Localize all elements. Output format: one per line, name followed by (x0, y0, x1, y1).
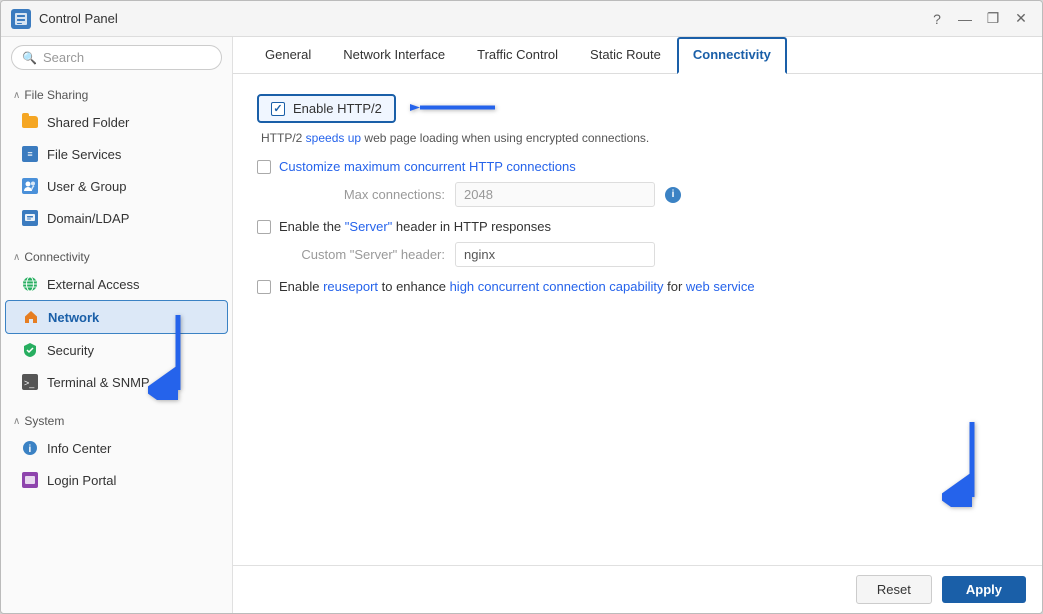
search-box: 🔍 (1, 37, 232, 78)
tab-traffic-control[interactable]: Traffic Control (461, 37, 574, 74)
sidebar-item-network[interactable]: Network (5, 300, 228, 334)
sidebar-label-user-group: User & Group (47, 179, 126, 194)
section-header-connectivity[interactable]: ∧ Connectivity (1, 246, 232, 268)
max-connections-label: Max connections: (285, 187, 445, 202)
shield-icon (21, 341, 39, 359)
sidebar-item-info-center[interactable]: i Info Center (1, 432, 232, 464)
help-button[interactable]: ? (926, 8, 948, 30)
users-icon (21, 177, 39, 195)
sidebar-item-user-group[interactable]: User & Group (1, 170, 232, 202)
section-label-connectivity: Connectivity (24, 250, 89, 264)
server-header-row: Enable the "Server" header in HTTP respo… (257, 219, 1018, 234)
control-panel-window: Control Panel ? — ❐ ✕ 🔍 ∧ File Sharing (0, 0, 1043, 614)
body: 🔍 ∧ File Sharing Shared Folder (1, 37, 1042, 613)
minimize-button[interactable]: — (954, 8, 976, 30)
sidebar-item-domain-ldap[interactable]: Domain/LDAP (1, 202, 232, 234)
arrow-down-apply-annotation (942, 417, 1002, 510)
sidebar-item-login-portal[interactable]: Login Portal (1, 464, 232, 496)
content-area: Enable HTTP/2 HTTP/2 speeds up web page … (233, 74, 1042, 565)
svg-text:>_: >_ (24, 378, 35, 388)
section-label-file-sharing: File Sharing (24, 88, 88, 102)
enable-http2-checkbox[interactable] (271, 102, 285, 116)
maximize-button[interactable]: ❐ (982, 8, 1004, 30)
reuseport-label: Enable reuseport to enhance high concurr… (279, 279, 755, 294)
max-connections-input[interactable] (455, 182, 655, 207)
file-services-icon (21, 145, 39, 163)
server-header-checkbox[interactable] (257, 220, 271, 234)
globe-icon (21, 275, 39, 293)
app-icon (11, 9, 31, 29)
max-connections-row: Max connections: i (285, 182, 1018, 207)
reuseport-row: Enable reuseport to enhance high concurr… (257, 279, 1018, 294)
reuseport-checkbox[interactable] (257, 280, 271, 294)
section-header-system[interactable]: ∧ System (1, 410, 232, 432)
house-icon (22, 308, 40, 326)
sidebar-item-external-access[interactable]: External Access (1, 268, 232, 300)
sidebar-item-security[interactable]: Security (1, 334, 232, 366)
tab-connectivity[interactable]: Connectivity (677, 37, 787, 74)
titlebar: Control Panel ? — ❐ ✕ (1, 1, 1042, 37)
info-icon: i (21, 439, 39, 457)
sidebar-label-info-center: Info Center (47, 441, 111, 456)
sidebar-label-shared-folder: Shared Folder (47, 115, 129, 130)
enable-http2-label: Enable HTTP/2 (293, 101, 382, 116)
sidebar-label-security: Security (47, 343, 94, 358)
search-input[interactable] (43, 50, 211, 65)
tab-network-interface[interactable]: Network Interface (327, 37, 461, 74)
sidebar-label-file-services: File Services (47, 147, 121, 162)
max-connections-info-icon[interactable]: i (665, 187, 681, 203)
window-title: Control Panel (39, 11, 918, 26)
chevron-connectivity-icon: ∧ (13, 252, 20, 263)
main-panel: General Network Interface Traffic Contro… (233, 37, 1042, 613)
section-header-file-sharing[interactable]: ∧ File Sharing (1, 84, 232, 106)
custom-server-row: Custom "Server" header: (285, 242, 1018, 267)
tab-general[interactable]: General (249, 37, 327, 74)
terminal-icon: >_ (21, 373, 39, 391)
section-connectivity: ∧ Connectivity External Access Network (1, 240, 232, 404)
footer: Reset Apply (233, 565, 1042, 613)
login-icon (21, 471, 39, 489)
http2-description: HTTP/2 speeds up web page loading when u… (257, 131, 1018, 145)
customize-http-row: Customize maximum concurrent HTTP connec… (257, 159, 1018, 174)
sidebar: 🔍 ∧ File Sharing Shared Folder (1, 37, 233, 613)
arrow-left-annotation (410, 82, 500, 135)
folder-icon (21, 113, 39, 131)
reset-button[interactable]: Reset (856, 575, 932, 604)
customize-http-label: Customize maximum concurrent HTTP connec… (279, 159, 576, 174)
domain-icon (21, 209, 39, 227)
chevron-system-icon: ∧ (13, 416, 20, 427)
section-file-sharing: ∧ File Sharing Shared Folder File Servic… (1, 78, 232, 240)
sidebar-label-terminal-snmp: Terminal & SNMP (47, 375, 150, 390)
tab-bar: General Network Interface Traffic Contro… (233, 37, 1042, 74)
chevron-icon: ∧ (13, 90, 20, 101)
close-button[interactable]: ✕ (1010, 8, 1032, 30)
section-label-system: System (24, 414, 64, 428)
search-field-wrapper[interactable]: 🔍 (11, 45, 222, 70)
sidebar-item-shared-folder[interactable]: Shared Folder (1, 106, 232, 138)
customize-http-checkbox[interactable] (257, 160, 271, 174)
sidebar-label-login-portal: Login Portal (47, 473, 116, 488)
server-header-label: Enable the "Server" header in HTTP respo… (279, 219, 551, 234)
sidebar-label-network: Network (48, 310, 99, 325)
sidebar-label-external-access: External Access (47, 277, 140, 292)
sidebar-item-terminal-snmp[interactable]: >_ Terminal & SNMP (1, 366, 232, 398)
sidebar-item-file-services[interactable]: File Services (1, 138, 232, 170)
sidebar-label-domain-ldap: Domain/LDAP (47, 211, 129, 226)
svg-text:i: i (29, 444, 32, 455)
apply-button[interactable]: Apply (942, 576, 1026, 603)
custom-server-input[interactable] (455, 242, 655, 267)
section-system: ∧ System i Info Center Login Portal (1, 404, 232, 502)
http2-highlight: speeds up (306, 131, 361, 145)
tab-static-route[interactable]: Static Route (574, 37, 677, 74)
custom-server-label: Custom "Server" header: (285, 247, 445, 262)
window-controls: ? — ❐ ✕ (926, 8, 1032, 30)
search-icon: 🔍 (22, 51, 37, 65)
